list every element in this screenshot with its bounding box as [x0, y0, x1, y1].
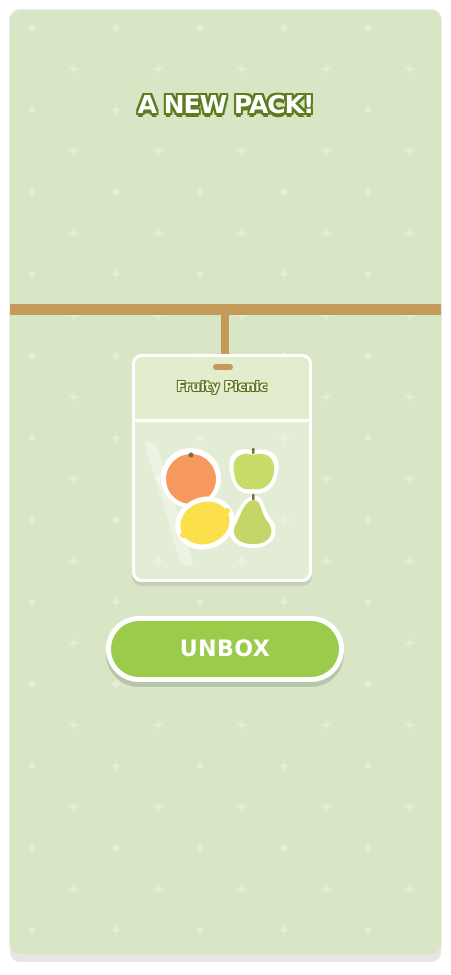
unbox-button-label: UNBOX [111, 621, 339, 677]
pack-name-label: Fruity Picnic [176, 380, 268, 395]
pack-window [135, 422, 309, 579]
unbox-button[interactable]: UNBOX [106, 616, 344, 682]
game-screen: A NEW PACK! Fruity Picnic UNBOX [10, 10, 441, 954]
pack-header: Fruity Picnic [135, 357, 309, 422]
pack-hang-hole [213, 364, 233, 370]
hanging-rail [10, 304, 441, 315]
sticker-pack[interactable]: Fruity Picnic [132, 354, 312, 582]
new-pack-headline: A NEW PACK! [137, 90, 315, 119]
pear-sticker-icon [229, 494, 276, 549]
apple-sticker-icon [229, 448, 279, 494]
